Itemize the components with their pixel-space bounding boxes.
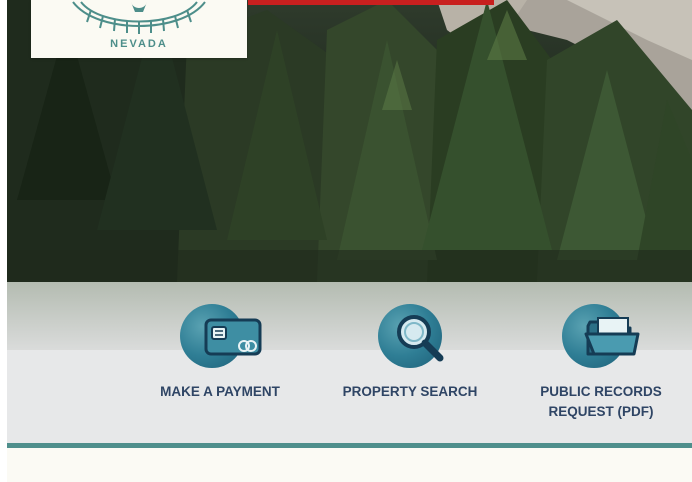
search-icon-circle — [378, 304, 444, 368]
payment-icon-circle — [180, 304, 262, 368]
public-records-request-link[interactable]: PUBLIC RECORDS REQUEST (PDF) — [530, 304, 672, 424]
property-search-label: PROPERTY SEARCH — [342, 384, 478, 399]
county-logo[interactable]: NEVADA — [31, 0, 247, 58]
folder-icon-circle — [562, 304, 640, 368]
header-accent-bar — [248, 0, 494, 5]
folder-icon — [584, 317, 640, 356]
logo-text: NEVADA — [110, 38, 168, 50]
make-a-payment-link[interactable]: MAKE A PAYMENT — [150, 304, 290, 404]
property-search-link[interactable]: PROPERTY SEARCH — [335, 304, 485, 404]
credit-card-icon — [204, 318, 262, 356]
seal-icon — [72, 1, 206, 34]
content-area — [7, 448, 692, 482]
public-records-label: PUBLIC RECORDS REQUEST (PDF) — [540, 384, 662, 419]
magnifying-glass-icon — [397, 315, 444, 362]
make-a-payment-label: MAKE A PAYMENT — [160, 384, 280, 399]
